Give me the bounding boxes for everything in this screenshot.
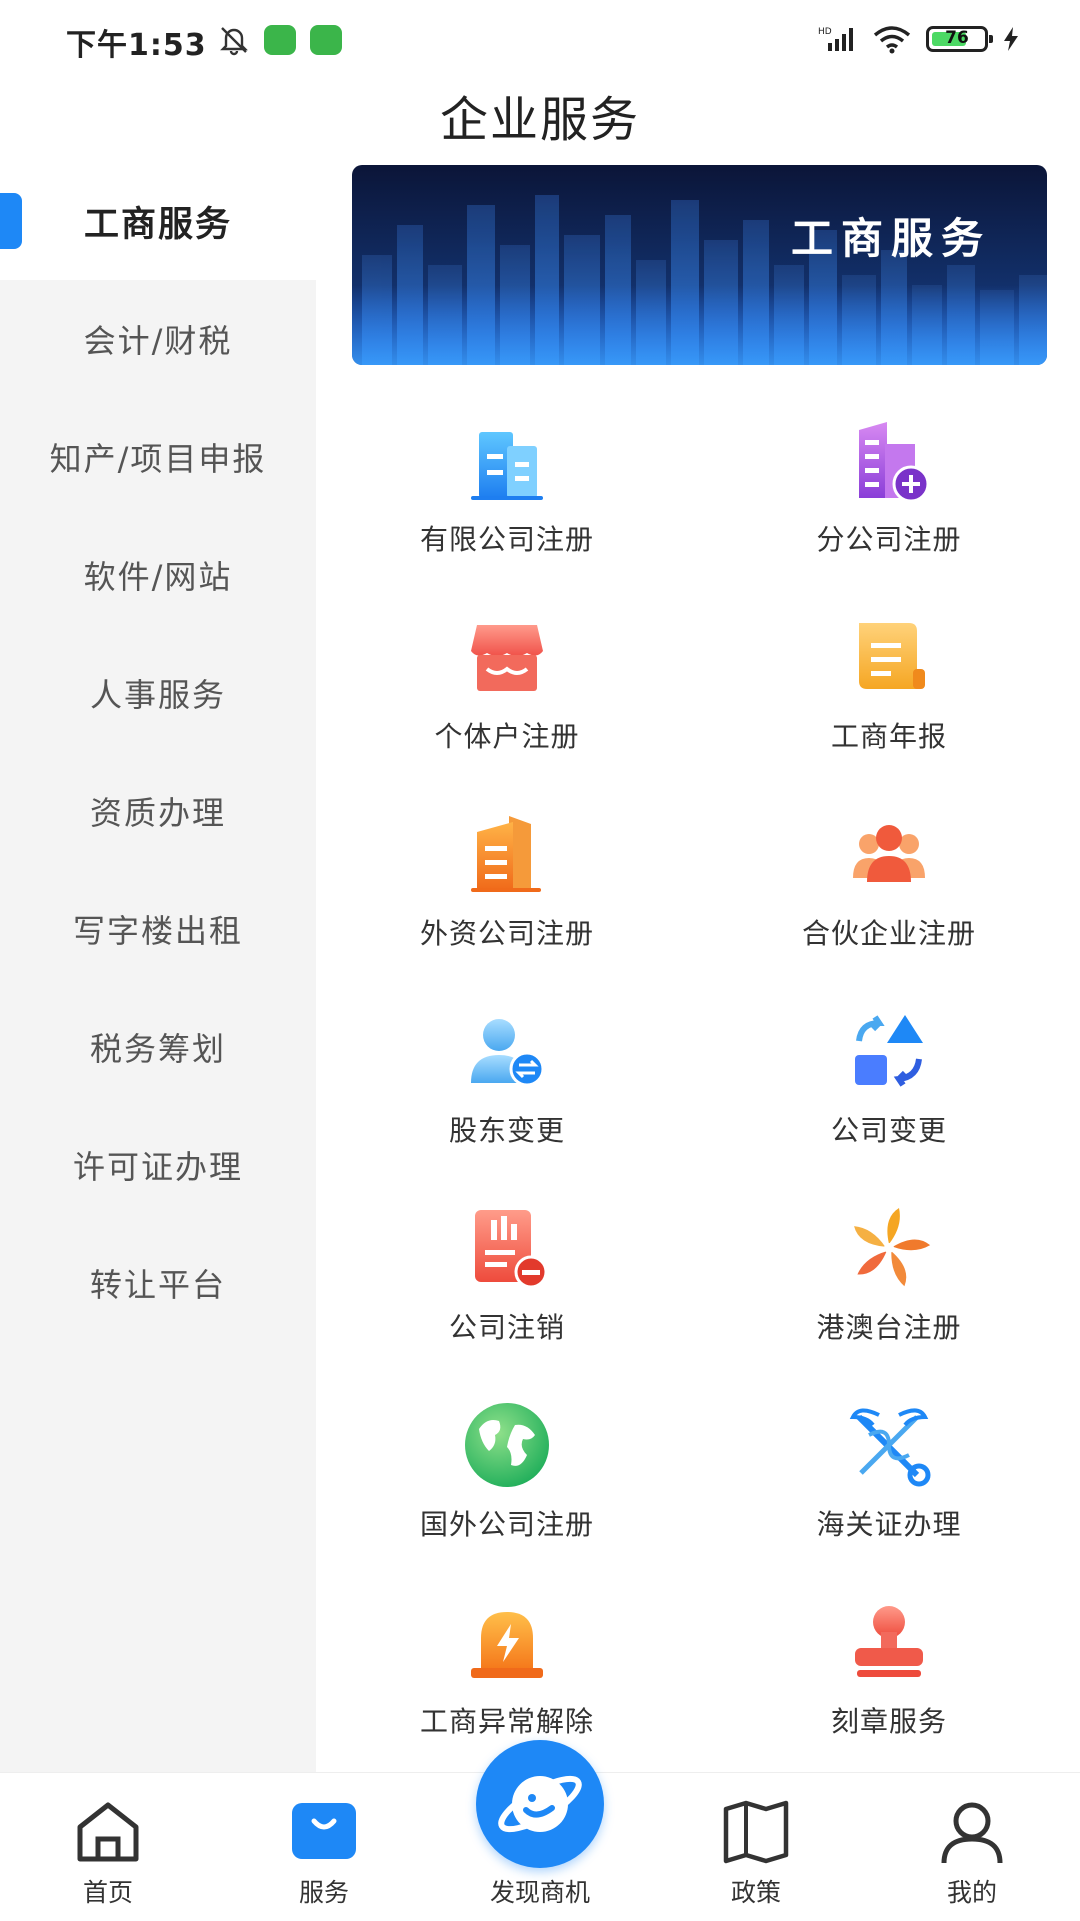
service-label: 公司注销 (448, 1311, 565, 1344)
service-label: 股东变更 (448, 1114, 565, 1147)
service-label: 公司变更 (830, 1114, 947, 1147)
sidebar-item-tax-planning[interactable]: 税务筹划 (0, 988, 316, 1106)
service-item-foreign-company[interactable]: 外资公司注册 (316, 794, 698, 991)
sidebar-item-ip-project[interactable]: 知产/项目申报 (0, 398, 316, 516)
bauhinia-icon (854, 1208, 931, 1287)
sidebar-item-transfer-platform[interactable]: 转让平台 (0, 1224, 316, 1342)
sidebar-item-label: 人事服务 (89, 676, 226, 714)
service-label: 海关证办理 (816, 1508, 962, 1541)
service-item-hk-macao-taiwan[interactable]: 港澳台注册 (698, 1188, 1080, 1385)
discover-fab[interactable] (476, 1740, 604, 1868)
sidebar-item-label: 资质办理 (89, 794, 226, 832)
service-label: 工商异常解除 (419, 1705, 594, 1738)
sidebar-item-label: 工商服务 (83, 204, 232, 245)
page-title: 企业服务 (439, 92, 640, 148)
service-label: 外资公司注册 (419, 917, 594, 950)
scroll-icon (859, 623, 925, 689)
stamp-icon (855, 1606, 923, 1677)
service-item-individual-business[interactable]: 个体户注册 (316, 597, 698, 794)
tab-policy[interactable]: 政策 (648, 1773, 864, 1921)
service-label: 港澳台注册 (816, 1311, 962, 1344)
tab-label: 服务 (298, 1878, 349, 1907)
caduceus-key-icon (849, 1408, 931, 1487)
bell-off-icon (220, 27, 248, 56)
wifi-icon (873, 26, 911, 54)
sidebar-item-label: 会计/财税 (83, 322, 233, 360)
svg-text:HD: HD (818, 27, 832, 37)
service-item-company-change[interactable]: 公司变更 (698, 991, 1080, 1188)
tab-label: 我的 (946, 1878, 997, 1907)
sidebar-item-label: 税务筹划 (89, 1030, 226, 1068)
sidebar-item-software-website[interactable]: 软件/网站 (0, 516, 316, 634)
notification-app-icon (310, 25, 342, 55)
planet-icon (498, 1775, 582, 1833)
service-label: 分公司注册 (816, 523, 962, 556)
building-minus-icon (475, 1210, 548, 1289)
service-label: 国外公司注册 (419, 1508, 594, 1541)
shop-icon (471, 625, 543, 691)
globe-icon (465, 1403, 549, 1487)
bag-icon (292, 1803, 356, 1859)
building-plus-icon (859, 422, 930, 503)
service-item-customs-certificate[interactable]: 海关证办理 (698, 1385, 1080, 1582)
user-icon (941, 1802, 1003, 1864)
service-item-overseas-company[interactable]: 国外公司注册 (316, 1385, 698, 1582)
tab-label: 发现商机 (489, 1878, 590, 1907)
sidebar-item-office-rental[interactable]: 写字楼出租 (0, 870, 316, 988)
banner-title: 工商服务 (790, 214, 991, 263)
sidebar-item-license[interactable]: 许可证办理 (0, 1106, 316, 1224)
sidebar-item-business-services[interactable]: 工商服务 (0, 162, 316, 280)
sidebar-item-accounting-tax[interactable]: 会计/财税 (0, 280, 316, 398)
group-icon (853, 825, 925, 882)
tab-home[interactable]: 首页 (0, 1773, 216, 1921)
service-item-annual-report[interactable]: 工商年报 (698, 597, 1080, 794)
category-banner: 工商服务 (352, 165, 1047, 365)
service-item-limited-company[interactable]: 有限公司注册 (316, 400, 698, 597)
tab-services[interactable]: 服务 (216, 1773, 432, 1921)
sidebar-item-label: 软件/网站 (83, 558, 233, 596)
service-label: 个体户注册 (434, 720, 580, 753)
battery-icon: 76 (926, 26, 993, 52)
sidebar-item-hr-services[interactable]: 人事服务 (0, 634, 316, 752)
service-label: 有限公司注册 (419, 523, 594, 556)
battery-level: 76 (945, 28, 969, 48)
status-bar: 下午1:53 HD 76 (0, 0, 1080, 80)
book-icon (723, 1800, 789, 1864)
service-label: 刻章服务 (830, 1705, 947, 1738)
status-time: 下午1:53 (66, 28, 207, 63)
notification-app-icon (264, 25, 296, 55)
building-icon (471, 432, 543, 500)
tab-label: 政策 (730, 1878, 781, 1907)
category-sidebar: 工商服务 会计/财税 知产/项目申报 软件/网站 人事服务 资质办理 写字楼出租… (0, 162, 316, 1772)
alarm-icon (471, 1612, 543, 1678)
sidebar-item-label: 许可证办理 (72, 1148, 243, 1186)
charging-icon (1004, 27, 1018, 51)
service-label: 合伙企业注册 (801, 917, 976, 950)
home-icon (77, 1802, 139, 1862)
signal-icon: HD (818, 27, 853, 51)
sidebar-item-label: 写字楼出租 (72, 912, 243, 950)
office-icon (471, 816, 541, 892)
service-label: 工商年报 (830, 720, 947, 753)
service-item-deregistration[interactable]: 公司注销 (316, 1188, 698, 1385)
sidebar-item-qualification[interactable]: 资质办理 (0, 752, 316, 870)
service-item-partnership[interactable]: 合伙企业注册 (698, 794, 1080, 991)
service-item-branch-company[interactable]: 分公司注册 (698, 400, 1080, 597)
service-item-seal-engraving[interactable]: 刻章服务 (698, 1582, 1080, 1779)
sidebar-item-label: 知产/项目申报 (49, 440, 267, 478)
active-indicator (0, 193, 22, 249)
tab-mine[interactable]: 我的 (864, 1773, 1080, 1921)
sidebar-item-label: 转让平台 (89, 1266, 226, 1304)
shapes-icon (855, 1015, 923, 1087)
tab-label: 首页 (82, 1878, 133, 1907)
user-exchange-icon (471, 1019, 545, 1087)
service-item-shareholder-change[interactable]: 股东变更 (316, 991, 698, 1188)
